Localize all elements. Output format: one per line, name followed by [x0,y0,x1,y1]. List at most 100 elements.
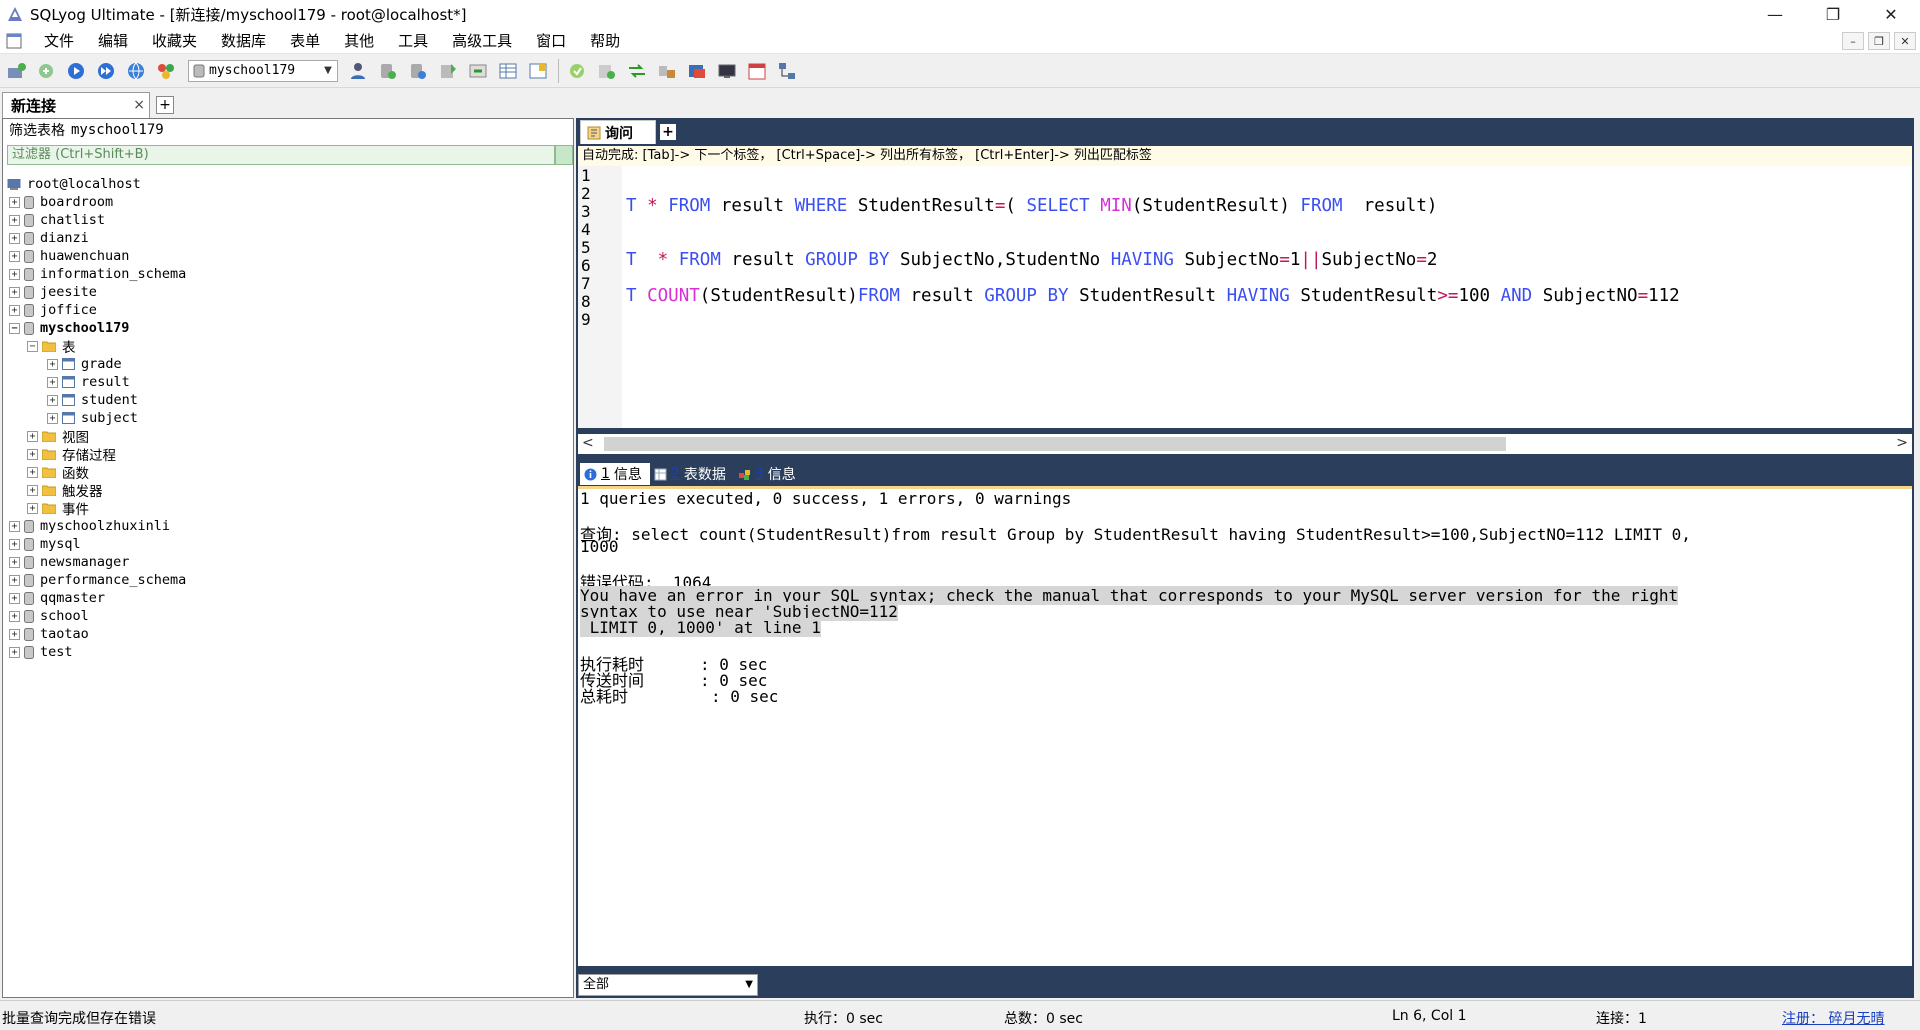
collapse-icon[interactable]: − [27,340,38,352]
menu-advanced-tools[interactable]: 高级工具 [440,28,524,54]
expand-icon[interactable]: + [47,358,58,370]
menu-favorites[interactable]: 收藏夹 [140,28,209,54]
new-connection-button[interactable] [2,57,30,85]
expand-icon[interactable]: + [9,286,20,298]
tree-db-information_schema[interactable]: + information_schema [7,265,567,283]
close-tab-icon[interactable]: × [133,97,145,113]
expand-icon[interactable]: + [27,466,38,478]
tree-db-chatlist[interactable]: + chatlist [7,211,567,229]
expand-icon[interactable]: + [9,574,20,586]
tree-folder-4[interactable]: + 事件 [7,499,567,518]
result-tab-table-data[interactable]: 2 表数据 [650,463,734,485]
tree-db-joffice[interactable]: + joffice [7,301,567,319]
expand-icon[interactable]: + [9,196,20,208]
tree-table-result[interactable]: + result [7,373,567,391]
tree-db-taotao[interactable]: + taotao [7,625,567,643]
expand-icon[interactable]: + [27,430,38,442]
menu-database[interactable]: 数据库 [209,28,278,54]
tree-table-grade[interactable]: + grade [7,355,567,373]
schema-designer-button[interactable] [593,57,621,85]
import-button[interactable] [434,57,462,85]
add-connection-button[interactable]: + [156,96,174,114]
scroll-left-icon[interactable]: < [582,435,594,451]
tree-folder-tables[interactable]: − 表 [7,337,567,356]
expand-icon[interactable]: + [27,502,38,514]
expand-icon[interactable]: + [47,394,58,406]
backup-button[interactable] [374,57,402,85]
job-agent-button[interactable] [683,57,711,85]
sync-button[interactable] [623,57,651,85]
scrollbar-thumb[interactable] [604,437,1506,451]
export-button[interactable] [464,57,492,85]
mdi-close-button[interactable]: ✕ [1894,32,1916,50]
tree-folder-3[interactable]: + 触发器 [7,481,567,500]
tree-db-dianzi[interactable]: + dianzi [7,229,567,247]
expand-icon[interactable]: + [9,538,20,550]
tree-db-myschoolzhuxinli[interactable]: + myschoolzhuxinli [7,517,567,535]
execute-all-button[interactable] [92,57,120,85]
restore-button[interactable]: ❐ [1804,0,1862,28]
expand-icon[interactable]: + [9,250,20,262]
expand-icon[interactable]: + [47,376,58,388]
structure-button[interactable] [773,57,801,85]
tree-db-school[interactable]: + school [7,607,567,625]
expand-icon[interactable]: + [9,592,20,604]
menu-other[interactable]: 其他 [332,28,386,54]
expand-icon[interactable]: + [9,556,20,568]
expand-icon[interactable]: + [9,214,20,226]
menu-tools[interactable]: 工具 [386,28,440,54]
menu-file[interactable]: 文件 [32,28,86,54]
database-select[interactable]: myschool179 ▼ [188,59,338,82]
restore-db-button[interactable] [404,57,432,85]
minimize-button[interactable]: — [1746,0,1804,28]
expand-icon[interactable]: + [27,484,38,496]
tree-db-boardroom[interactable]: + boardroom [7,193,567,211]
scroll-right-icon[interactable]: > [1896,435,1908,451]
expand-icon[interactable]: + [9,232,20,244]
add-query-tab-button[interactable]: + [660,124,676,140]
tree-table-student[interactable]: + student [7,391,567,409]
query-builder-button[interactable] [563,57,591,85]
calendar-button[interactable] [743,57,771,85]
menu-edit[interactable]: 编辑 [86,28,140,54]
schema-button[interactable] [152,57,180,85]
tree-db-newsmanager[interactable]: + newsmanager [7,553,567,571]
menu-help[interactable]: 帮助 [578,28,632,54]
tree-folder-1[interactable]: + 存储过程 [7,445,567,464]
tree-root-node[interactable]: root@localhost [7,175,567,193]
expand-icon[interactable]: + [9,610,20,622]
tree-folder-2[interactable]: + 函数 [7,463,567,482]
tree-db-jeesite[interactable]: + jeesite [7,283,567,301]
tree-db-qqmaster[interactable]: + qqmaster [7,589,567,607]
menu-window[interactable]: 窗口 [524,28,578,54]
expand-icon[interactable]: + [9,628,20,640]
refresh-button[interactable] [122,57,150,85]
mdi-minimize-button[interactable]: – [1842,32,1864,50]
table-design-button[interactable] [524,57,552,85]
menu-table[interactable]: 表单 [278,28,332,54]
editor-horizontal-scrollbar[interactable]: < > [578,434,1912,454]
user-manager-button[interactable] [344,57,372,85]
tree-db-huawenchuan[interactable]: + huawenchuan [7,247,567,265]
connection-tab[interactable]: 新连接 × [2,92,150,118]
tree-db-myschool179[interactable]: − myschool179 [7,319,567,337]
tree-table-subject[interactable]: + subject [7,409,567,427]
expand-icon[interactable]: + [9,520,20,532]
monitor-button[interactable] [713,57,741,85]
register-link[interactable]: 注册： 碎月无晴 [1782,1008,1884,1028]
result-tab-info[interactable]: 3 信息 [734,463,804,485]
migration-button[interactable] [653,57,681,85]
execute-button[interactable] [62,57,90,85]
tree-db-test[interactable]: + test [7,643,567,661]
document-icon[interactable] [4,32,24,50]
result-tab-messages[interactable]: 1 信息 [580,463,650,485]
tree-db-performance_schema[interactable]: + performance_schema [7,571,567,589]
query-tab[interactable]: 询问 [580,120,656,144]
expand-icon[interactable]: + [27,448,38,460]
expand-icon[interactable]: + [9,646,20,658]
expand-icon[interactable]: + [47,412,58,424]
tree-db-mysql[interactable]: + mysql [7,535,567,553]
result-filter-select[interactable]: 全部 ▼ [578,974,758,996]
mdi-restore-button[interactable]: ❐ [1868,32,1890,50]
collapse-icon[interactable]: − [9,322,20,334]
